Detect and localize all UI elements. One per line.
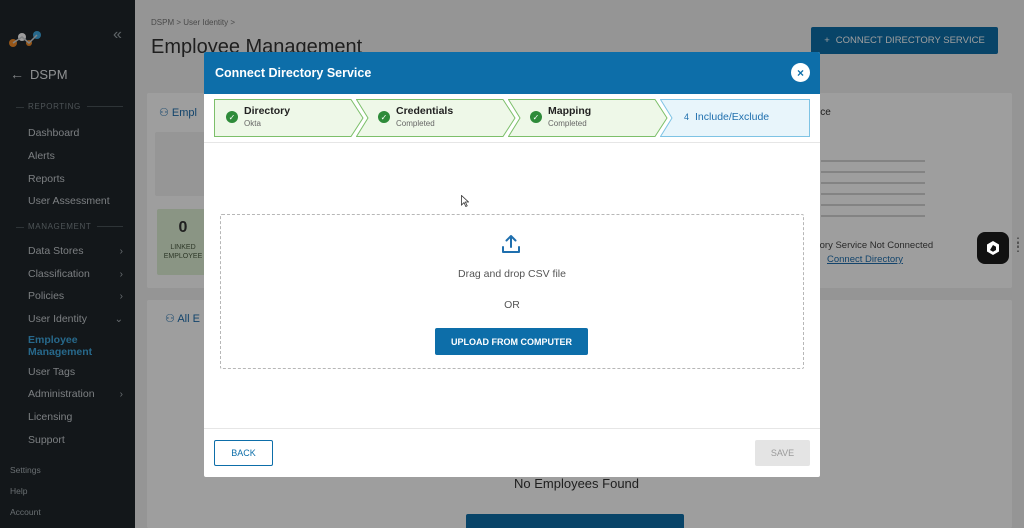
check-icon: ✓ [378,111,390,123]
drag-drop-text: Drag and drop CSV file [458,268,566,280]
step-include-exclude[interactable]: 4 Include/Exclude [660,99,810,137]
step-subtitle: Completed [396,119,435,128]
step-title: Directory [244,105,291,117]
header-divider [204,142,820,143]
step-directory[interactable]: ✓ Directory Okta [214,99,364,137]
step-number: 4 [684,112,690,122]
modal-header: Connect Directory Service × [204,52,820,94]
stepper: ✓ Directory Okta ✓ Credentials Completed ✓… [214,99,810,137]
check-icon: ✓ [226,111,238,123]
step-mapping[interactable]: ✓ Mapping Completed [508,99,668,137]
upload-from-computer-button[interactable]: UPLOAD FROM COMPUTER [435,328,588,355]
hexagon-logo-icon [987,241,999,255]
connect-directory-modal: Connect Directory Service × ✓ Directory O… [204,52,820,477]
footer-divider [204,428,820,429]
check-icon: ✓ [530,111,542,123]
drag-handle-icon[interactable]: ⋮ ⋮ [1012,236,1024,253]
mouse-cursor-icon [461,195,469,207]
modal-title: Connect Directory Service [215,66,372,80]
step-credentials[interactable]: ✓ Credentials Completed [356,99,516,137]
step-subtitle: Completed [548,119,587,128]
back-button[interactable]: BACK [214,440,273,466]
step-title: Credentials [396,105,454,117]
save-button[interactable]: SAVE [755,440,810,466]
close-icon[interactable]: × [791,63,810,82]
or-text: OR [504,299,520,311]
step-title: Mapping [548,105,592,117]
upload-icon [502,235,520,253]
step-subtitle: Okta [244,119,261,128]
step-title: Include/Exclude [695,111,770,123]
assistant-fab[interactable] [977,232,1009,264]
